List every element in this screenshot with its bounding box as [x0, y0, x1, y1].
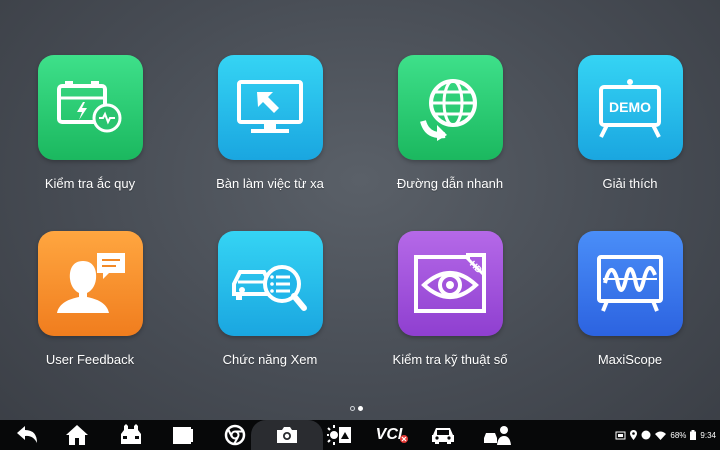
app-label: User Feedback: [45, 352, 135, 367]
navigation-bar: [0, 420, 720, 450]
digital-inspection-eye-icon: HD: [397, 231, 503, 336]
technician-icon[interactable]: [482, 423, 512, 447]
app-explanation[interactable]: DEMO Giải thích: [540, 55, 720, 205]
app-label: MaxiScope: [597, 352, 663, 367]
clock: 9:34: [700, 430, 716, 440]
home-screen: Kiểm tra ắc quy Bàn làm việc từ xa Đường…: [0, 0, 720, 420]
display-settings-icon[interactable]: [326, 423, 352, 447]
quick-link-globe-icon: [397, 55, 503, 160]
chrome-icon[interactable]: [222, 423, 248, 447]
battery-icon: [690, 430, 697, 440]
car-icon[interactable]: [430, 423, 456, 447]
demo-board-icon: DEMO: [577, 55, 683, 160]
app-user-feedback[interactable]: User Feedback: [0, 231, 180, 381]
app-battery-test[interactable]: Kiểm tra ắc quy: [0, 55, 180, 205]
car-data-view-icon: [217, 231, 323, 336]
back-icon[interactable]: [14, 423, 40, 447]
app-digital-inspection[interactable]: HD Kiểm tra kỹ thuật số: [360, 231, 540, 381]
app-maxiscope[interactable]: MaxiScope: [540, 231, 720, 381]
page-indicator: [350, 406, 363, 411]
page-dot-active[interactable]: [358, 406, 363, 411]
wifi-icon: [655, 431, 667, 440]
app-label: Đường dẫn nhanh: [396, 176, 504, 191]
remote-desktop-icon: [217, 55, 323, 160]
app-remote-desktop[interactable]: Bàn làm việc từ xa: [180, 55, 360, 205]
battery-test-icon: [37, 55, 143, 160]
cast-icon: [615, 431, 626, 439]
location-icon: [630, 430, 638, 440]
demo-text: DEMO: [609, 99, 651, 115]
oscilloscope-icon: [577, 231, 683, 336]
recent-apps-icon[interactable]: [170, 423, 196, 447]
app-label: Bàn làm việc từ xa: [216, 176, 324, 191]
app-label: Kiểm tra ắc quy: [44, 176, 136, 191]
app-label: Giải thích: [602, 176, 658, 191]
user-feedback-icon: [37, 231, 143, 336]
vci-label: VCI: [375, 426, 403, 443]
car-repair-icon[interactable]: [118, 423, 144, 447]
vci-disconnected-badge: [400, 435, 409, 443]
vci-icon[interactable]: VCI: [374, 423, 410, 447]
camera-icon[interactable]: [274, 423, 300, 447]
app-view-function[interactable]: Chức năng Xem: [180, 231, 360, 381]
app-label: Kiểm tra kỹ thuật số: [392, 352, 508, 367]
app-label: Chức năng Xem: [222, 352, 318, 367]
battery-percentage: 68%: [670, 430, 687, 440]
nfc-icon: [641, 430, 651, 440]
home-icon[interactable]: [64, 423, 90, 447]
status-bar: 68% 9:34: [615, 427, 716, 443]
app-quick-link[interactable]: Đường dẫn nhanh: [360, 55, 540, 205]
page-dot[interactable]: [350, 406, 355, 411]
